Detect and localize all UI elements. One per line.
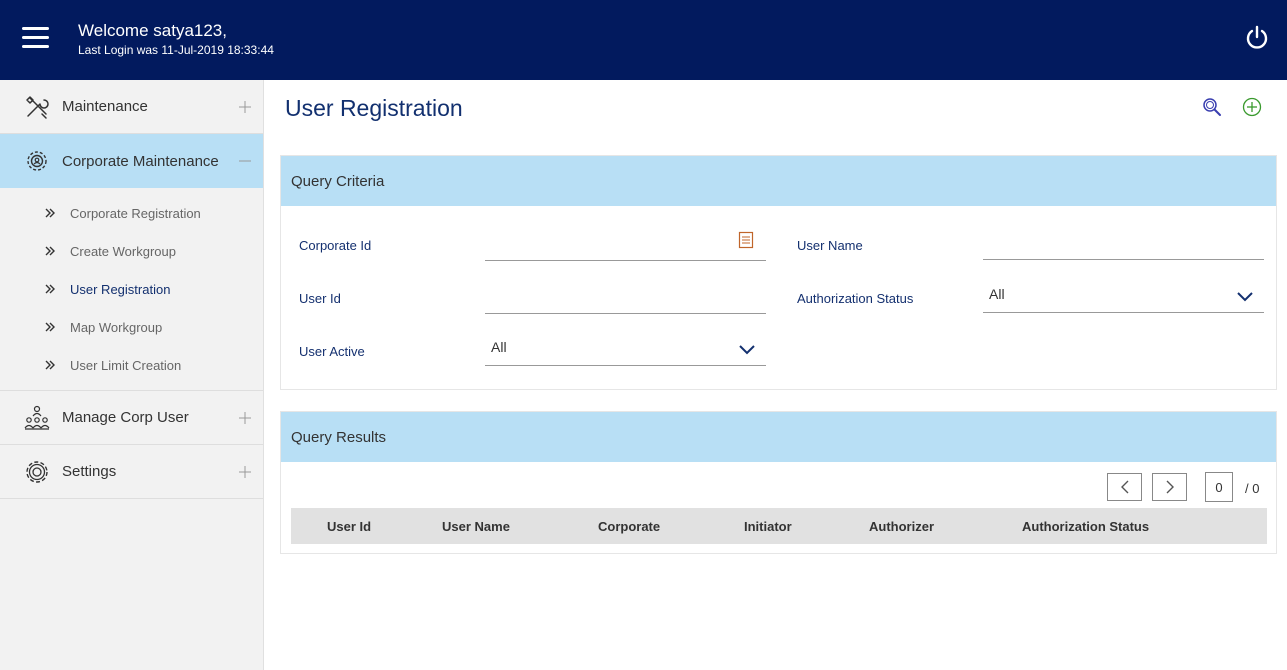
user-id-field[interactable]	[485, 313, 766, 314]
sidebar-item-label: Manage Corp User	[62, 409, 189, 426]
submenu-item-label: Create Workgroup	[70, 243, 176, 259]
gear-icon	[26, 460, 48, 483]
submenu-item-label: User Registration	[70, 281, 171, 297]
sidebar-item-manage-corp-user[interactable]: Manage Corp User	[0, 391, 263, 445]
double-chevron-right-icon	[45, 360, 55, 370]
sidebar-item-label: Maintenance	[62, 98, 148, 115]
app-header: Welcome satya123, Last Login was 11-Jul-…	[0, 0, 1287, 80]
query-results-heading: Query Results	[281, 412, 1276, 462]
plus-icon[interactable]	[239, 465, 251, 478]
user-id-label: User Id	[299, 291, 341, 306]
sidebar-item-label: Corporate Maintenance	[62, 152, 219, 170]
sidebar-nav: Maintenance Corporate Maintenance Corpor…	[0, 80, 264, 670]
welcome-text: Welcome satya123,	[78, 21, 227, 40]
results-table-header: User Id User Name Corporate Initiator Au…	[291, 508, 1267, 544]
column-header-user-name[interactable]: User Name	[442, 519, 510, 534]
submenu-item-label: Corporate Registration	[70, 205, 201, 221]
double-chevron-right-icon	[45, 208, 55, 218]
search-icon[interactable]	[1202, 97, 1222, 117]
plus-icon[interactable]	[239, 411, 251, 424]
query-criteria-panel: Query Criteria Corporate Id User Name Us…	[280, 155, 1277, 390]
query-results-panel: Query Results 0 / 0 User Id User Name Co…	[280, 411, 1277, 554]
sidebar-item-corporate-maintenance[interactable]: Corporate Maintenance	[0, 134, 263, 188]
double-chevron-right-icon	[45, 322, 55, 332]
submenu-item-corporate-registration[interactable]: Corporate Registration	[0, 194, 263, 232]
sidebar-item-label: Settings	[62, 463, 117, 480]
sidebar-item-settings[interactable]: Settings	[0, 445, 263, 499]
user-name-label: User Name	[797, 238, 863, 253]
authorization-status-select[interactable]	[983, 312, 1264, 313]
page-title: User Registration	[285, 95, 463, 121]
submenu-item-user-limit-creation[interactable]: User Limit Creation	[0, 346, 263, 384]
users-hierarchy-icon	[24, 405, 50, 430]
chevron-left-icon	[1120, 480, 1128, 494]
column-header-user-id[interactable]: User Id	[327, 519, 371, 534]
corporate-maintenance-submenu: Corporate Registration Create Workgroup …	[0, 188, 263, 391]
user-name-field[interactable]	[983, 259, 1264, 260]
user-active-select[interactable]	[485, 365, 766, 366]
corporate-gear-icon	[27, 151, 47, 171]
submenu-item-label: User Limit Creation	[70, 357, 182, 373]
add-circle-icon[interactable]	[1242, 97, 1262, 117]
column-header-authorizer[interactable]: Authorizer	[869, 519, 934, 534]
tools-icon	[26, 95, 49, 119]
previous-page-button[interactable]	[1107, 473, 1142, 501]
column-header-corporate[interactable]: Corporate	[598, 519, 660, 534]
chevron-down-icon[interactable]	[738, 344, 756, 356]
authorization-status-value: All	[989, 286, 1005, 302]
corporate-id-field[interactable]	[485, 260, 766, 261]
corporate-id-label: Corporate Id	[299, 238, 372, 253]
chevron-down-icon[interactable]	[1236, 291, 1254, 303]
lookup-list-icon[interactable]	[738, 231, 754, 249]
user-active-label: User Active	[299, 344, 365, 359]
submenu-item-user-registration[interactable]: User Registration	[0, 270, 263, 308]
minus-icon[interactable]	[239, 155, 251, 167]
chevron-right-icon	[1166, 480, 1174, 494]
submenu-item-label: Map Workgroup	[70, 319, 163, 335]
column-header-authorization-status[interactable]: Authorization Status	[1022, 519, 1149, 534]
plus-icon[interactable]	[239, 100, 251, 113]
last-login-text: Last Login was 11-Jul-2019 18:33:44	[78, 43, 274, 57]
user-active-value: All	[491, 339, 507, 355]
submenu-item-create-workgroup[interactable]: Create Workgroup	[0, 232, 263, 270]
next-page-button[interactable]	[1152, 473, 1187, 501]
page-total: / 0	[1245, 481, 1260, 496]
sidebar-item-maintenance[interactable]: Maintenance	[0, 80, 263, 134]
double-chevron-right-icon	[45, 246, 55, 256]
column-header-initiator[interactable]: Initiator	[744, 519, 792, 534]
power-icon[interactable]	[1244, 25, 1270, 51]
double-chevron-right-icon	[45, 284, 55, 294]
query-criteria-heading: Query Criteria	[281, 156, 1276, 206]
submenu-item-map-workgroup[interactable]: Map Workgroup	[0, 308, 263, 346]
page-number-input[interactable]: 0	[1205, 472, 1233, 502]
hamburger-icon[interactable]	[22, 27, 50, 49]
authorization-status-label: Authorization Status	[797, 291, 914, 306]
